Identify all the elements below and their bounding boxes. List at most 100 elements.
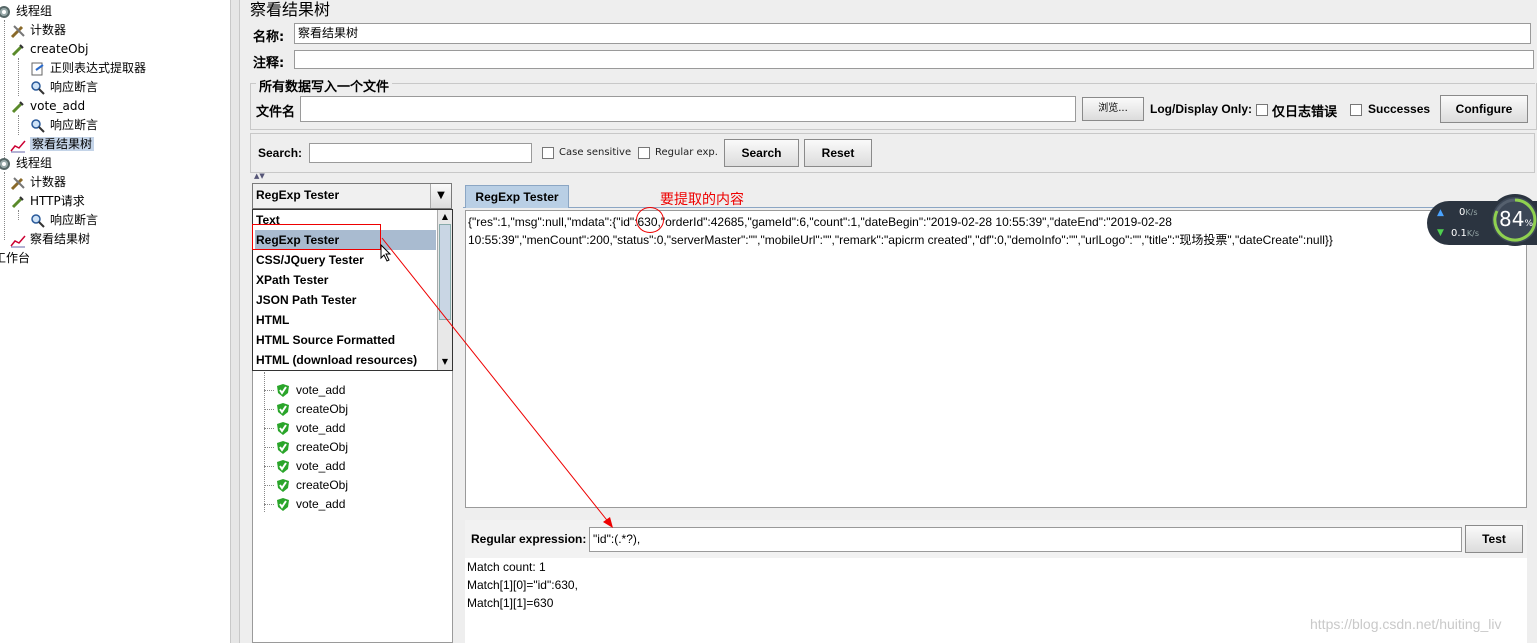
wrench-icon (10, 175, 26, 191)
tree-item-vote-add[interactable]: vote_add (10, 97, 85, 116)
renderer-select[interactable]: RegExp Tester ▼ (252, 183, 452, 209)
tree-item-label: 线程组 (16, 4, 53, 18)
renderer-option-html[interactable]: HTML (255, 310, 436, 330)
result-label: createObj (296, 440, 349, 454)
percent-value: 84% (1499, 207, 1533, 231)
results-tree-branch (264, 485, 274, 486)
split-pane-divider[interactable] (230, 0, 240, 643)
configure-button[interactable]: Configure (1440, 95, 1528, 123)
tree-item-createobj[interactable]: createObj (10, 40, 89, 59)
result-label: vote_add (296, 421, 346, 435)
test-plan-tree[interactable]: 线程组 计数器 createObj 正则表达式提取器 响应断言 vote_add… (0, 0, 230, 643)
results-tree-branch (264, 428, 274, 429)
tree-item-label: vote_add (30, 99, 86, 113)
errors-only-checkbox[interactable] (1256, 104, 1268, 116)
tree-item-counter[interactable]: 计数器 (10, 21, 66, 40)
result-label: vote_add (296, 459, 346, 473)
tab-regexp-tester[interactable]: RegExp Tester (465, 185, 569, 208)
tree-item-response-assertion[interactable]: 响应断言 (30, 211, 98, 230)
upload-speed: 0K/s (1459, 207, 1477, 218)
tree-item-response-assertion[interactable]: 响应断言 (30, 78, 98, 97)
result-item[interactable]: createObj (276, 476, 348, 495)
upload-unit: K/s (1465, 208, 1478, 217)
successes-label: Successes (1368, 102, 1431, 116)
tree-item-label: 线程组 (16, 156, 53, 170)
response-line-1: {"res":1,"msg":null,"mdata":{"id":630,"o… (468, 213, 1524, 231)
name-field[interactable]: 察看结果树 (294, 23, 1531, 44)
test-button[interactable]: Test (1465, 525, 1523, 553)
tree-item-label: 响应断言 (50, 118, 99, 132)
result-item[interactable]: vote_add (276, 419, 345, 438)
tree-line (18, 115, 19, 135)
result-label: vote_add (296, 497, 346, 511)
tree-item-thread-group[interactable]: 线程组 (0, 2, 52, 21)
tree-item-http-request[interactable]: HTTP请求 (10, 192, 85, 211)
gear-icon (0, 4, 12, 20)
filename-label: 文件名 (256, 105, 296, 120)
scroll-thumb[interactable] (439, 224, 451, 320)
tree-line (4, 172, 5, 240)
file-group-topline (250, 83, 1535, 84)
response-text-area[interactable]: {"res":1,"msg":null,"mdata":{"id":630,"o… (465, 210, 1527, 508)
case-sensitive-checkbox[interactable] (542, 147, 554, 159)
name-label: 名称: (253, 30, 285, 45)
browse-button[interactable]: 浏览... (1082, 97, 1144, 121)
tree-item-label: 正则表达式提取器 (50, 61, 147, 75)
match-line: Match[1][1]=630 (467, 596, 554, 610)
popup-scrollbar[interactable]: ▲ ▼ (437, 210, 452, 370)
result-item[interactable]: vote_add (276, 457, 345, 476)
comment-field[interactable] (294, 50, 1534, 69)
percent-number: 84 (1499, 207, 1525, 231)
scroll-down-icon[interactable]: ▼ (439, 356, 451, 368)
response-text: {"res":1,"msg":null,"mdata":{" (468, 215, 621, 229)
renderer-option-css-jquery-tester[interactable]: CSS/JQuery Tester (255, 250, 436, 270)
search-button[interactable]: Search (724, 139, 799, 167)
regular-exp-checkbox[interactable] (638, 147, 650, 159)
result-item[interactable]: vote_add (276, 381, 345, 400)
success-shield-icon (276, 421, 290, 436)
tree-item-thread-group[interactable]: 线程组 (0, 154, 52, 173)
tree-item-response-assertion[interactable]: 响应断言 (30, 116, 98, 135)
magnifier-icon (30, 80, 46, 96)
collapse-arrows-icon[interactable]: ▲▼ (254, 172, 265, 180)
result-item[interactable]: createObj (276, 400, 348, 419)
match-line: Match count: 1 (467, 560, 546, 574)
response-line-2: 10:55:39","menCount":200,"status":0,"ser… (468, 233, 1333, 247)
success-shield-icon (276, 478, 290, 493)
tree-item-label: 响应断言 (50, 213, 99, 227)
tree-item-counter[interactable]: 计数器 (10, 173, 66, 192)
results-tree-branch (264, 447, 274, 448)
case-sensitive-label: Case sensitive (559, 147, 632, 158)
annotation-circle (636, 207, 664, 233)
chevron-down-icon[interactable]: ▼ (430, 184, 451, 208)
download-unit: K/s (1466, 229, 1480, 238)
successes-checkbox[interactable] (1350, 104, 1362, 116)
renderer-option-xpath-tester[interactable]: XPath Tester (255, 270, 436, 290)
magnifier-icon (30, 213, 46, 229)
tree-item-regex-extractor[interactable]: 正则表达式提取器 (30, 59, 146, 78)
pipette-icon (10, 42, 26, 58)
renderer-option-html-source-formatted[interactable]: HTML Source Formatted (255, 330, 436, 350)
filename-field[interactable] (300, 96, 1076, 122)
success-shield-icon (276, 459, 290, 474)
renderer-option-json-path-tester[interactable]: JSON Path Tester (255, 290, 436, 310)
tree-item-label: 响应断言 (50, 80, 99, 94)
tree-item-label: HTTP请求 (30, 194, 85, 208)
tree-item-view-results-tree[interactable]: 察看结果树 (10, 230, 90, 249)
tree-item-view-results-tree[interactable]: 察看结果树 (10, 135, 95, 154)
comment-label: 注释: (253, 56, 285, 71)
highlight-box (252, 224, 381, 250)
result-item[interactable]: createObj (276, 438, 348, 457)
tab-baseline (463, 207, 1533, 208)
search-input[interactable] (309, 143, 532, 163)
renderer-option-html-download-resources[interactable]: HTML (download resources) (255, 350, 436, 370)
mouse-cursor-icon (380, 243, 392, 265)
reset-button[interactable]: Reset (804, 139, 872, 167)
network-speed-widget[interactable]: ▲ 0K/s ▼ 0.1K/s 84% (1427, 194, 1537, 246)
scroll-up-icon[interactable]: ▲ (439, 211, 451, 223)
download-value: 0.1 (1451, 228, 1467, 239)
result-item[interactable]: vote_add (276, 495, 345, 514)
regex-input[interactable]: "id":(.*?), (589, 527, 1462, 552)
tree-item-workbench[interactable]: 工作台 (0, 249, 30, 268)
results-tree-branch (264, 390, 274, 391)
